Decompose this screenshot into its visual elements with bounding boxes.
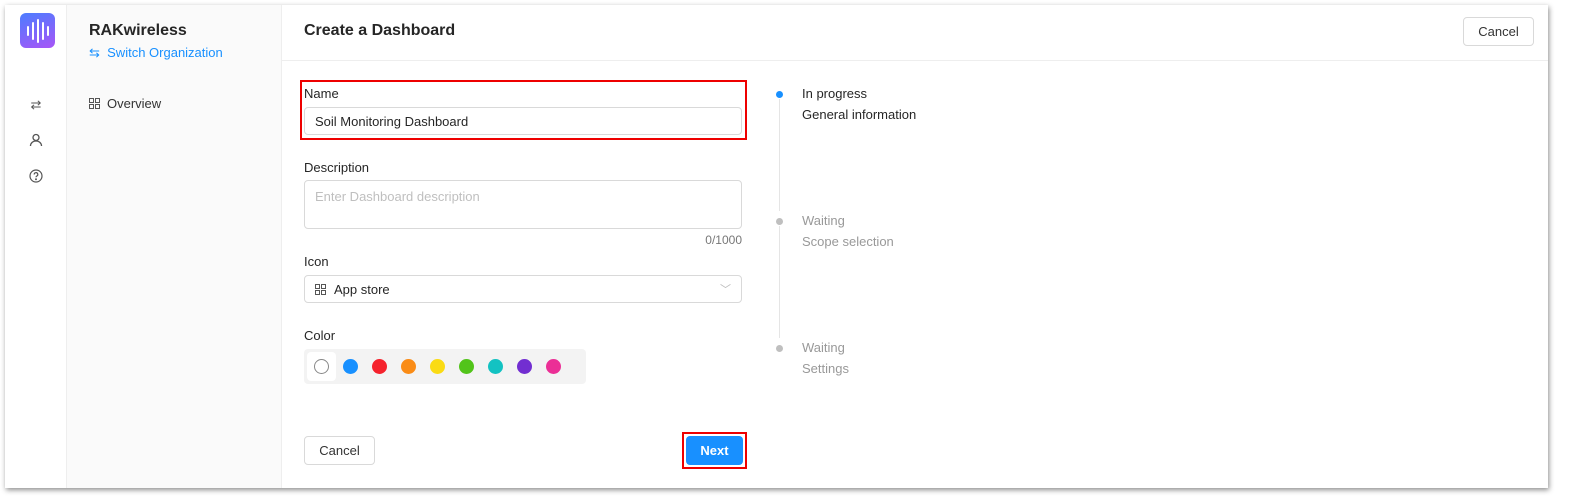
color-swatch-eb2f96[interactable]: [539, 352, 568, 381]
step-dot: [776, 218, 783, 225]
page-header: Create a Dashboard Cancel: [282, 5, 1548, 61]
icon-value: App store: [334, 281, 390, 297]
step-dot-active: [776, 91, 783, 98]
icon-rail: ⇄: [5, 5, 67, 488]
description-placeholder: Enter Dashboard description: [315, 189, 480, 204]
icon-label: Icon: [304, 254, 329, 269]
color-swatch-722ed1[interactable]: [510, 352, 539, 381]
step-title: Settings: [802, 361, 849, 376]
sidebar-item-label: Overview: [107, 96, 162, 111]
main-content: Create a Dashboard Cancel Name Soil Moni…: [282, 5, 1548, 488]
color-dot: [372, 359, 387, 374]
step-status: Waiting: [802, 340, 845, 355]
color-dot: [459, 359, 474, 374]
name-label: Name: [304, 86, 339, 101]
repeat-icon[interactable]: ⇄: [27, 96, 45, 114]
color-swatch-1890ff[interactable]: [336, 352, 365, 381]
app-logo[interactable]: [20, 13, 55, 48]
color-dot: [517, 359, 532, 374]
step-connector: [779, 226, 780, 338]
color-swatch-fa8c16[interactable]: [394, 352, 423, 381]
app-store-icon: [315, 283, 326, 295]
color-dot: [546, 359, 561, 374]
header-cancel-button[interactable]: Cancel: [1463, 17, 1534, 46]
org-name: RAKwireless: [89, 22, 187, 39]
app-window: ⇄ RAKwireless ⇆ Switch Organization Over…: [5, 5, 1548, 488]
name-input[interactable]: Soil Monitoring Dashboard: [304, 107, 742, 135]
description-input[interactable]: Enter Dashboard description: [304, 180, 742, 229]
switch-organization-link[interactable]: ⇆ Switch Organization: [89, 45, 223, 61]
step-title: Scope selection: [802, 234, 894, 249]
color-swatch-52c41a[interactable]: [452, 352, 481, 381]
color-swatch-fadb14[interactable]: [423, 352, 452, 381]
color-label: Color: [304, 328, 336, 343]
name-value: Soil Monitoring Dashboard: [315, 113, 469, 129]
color-dot: [488, 359, 503, 374]
color-dot: [401, 359, 416, 374]
color-dot: [314, 359, 329, 374]
icon-select[interactable]: App store ﹀: [304, 275, 742, 303]
grid-icon: [89, 98, 100, 109]
user-icon[interactable]: [27, 133, 45, 151]
color-picker: [304, 349, 586, 384]
color-dot: [343, 359, 358, 374]
description-count: 0/1000: [705, 233, 742, 247]
sidebar: RAKwireless ⇆ Switch Organization Overvi…: [67, 5, 282, 488]
page-title: Create a Dashboard: [304, 22, 456, 39]
color-swatch-f5222d[interactable]: [365, 352, 394, 381]
step-status: Waiting: [802, 213, 845, 228]
help-icon[interactable]: [27, 169, 45, 187]
switch-icon: ⇆: [89, 45, 100, 60]
color-swatch-none[interactable]: [307, 352, 336, 381]
color-swatch-13c2c2[interactable]: [481, 352, 510, 381]
step-dot: [776, 345, 783, 352]
step-connector: [779, 99, 780, 211]
switch-label: Switch Organization: [107, 45, 223, 60]
cancel-button[interactable]: Cancel: [304, 436, 375, 465]
description-label: Description: [304, 160, 370, 175]
color-dot: [430, 359, 445, 374]
next-button[interactable]: Next: [686, 436, 743, 465]
step-status: In progress: [802, 86, 868, 101]
step-title: General information: [802, 107, 917, 122]
chevron-down-icon: ﹀: [720, 284, 731, 296]
sidebar-item-overview[interactable]: Overview: [89, 96, 161, 111]
